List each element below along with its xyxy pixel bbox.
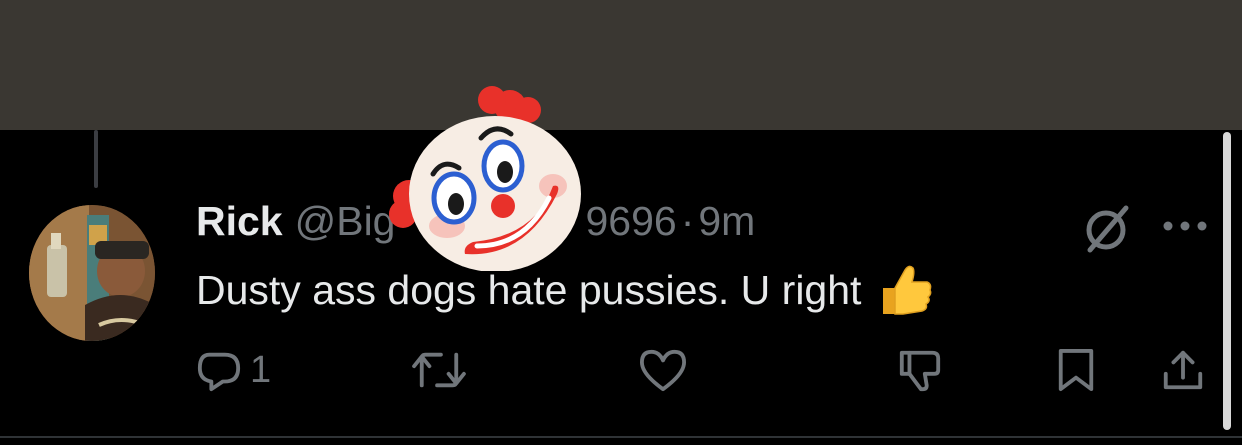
- thumbs-up-emoji-icon: [875, 262, 933, 318]
- timestamp[interactable]: 9m: [698, 198, 755, 245]
- handle-suffix: 9696: [585, 198, 677, 244]
- share-icon: [1163, 350, 1203, 390]
- retweet-button[interactable]: [410, 345, 468, 395]
- reply-count: 1: [250, 348, 272, 391]
- avatar-image: [29, 205, 155, 341]
- bookmark-icon: [1058, 348, 1094, 391]
- like-button[interactable]: [637, 345, 689, 395]
- divider: [0, 436, 1242, 438]
- reply-thread-line: [94, 130, 98, 188]
- share-button[interactable]: [1160, 345, 1206, 395]
- tweet-text-body: Dusty ass dogs hate pussies. U right: [196, 266, 862, 313]
- scrollbar[interactable]: [1223, 132, 1231, 430]
- grok-icon[interactable]: [1080, 200, 1136, 256]
- more-icon[interactable]: [1160, 206, 1210, 246]
- top-bar: [0, 0, 1242, 130]
- avatar[interactable]: [29, 205, 155, 341]
- dislike-icon: [899, 350, 941, 392]
- clown-face-emoji-icon: [385, 86, 590, 271]
- reply-icon: [197, 352, 241, 392]
- separator-dot: ·: [680, 198, 695, 244]
- bookmark-button[interactable]: [1055, 345, 1097, 395]
- handle-prefix: @Big: [294, 198, 396, 244]
- like-icon: [640, 349, 686, 392]
- display-name[interactable]: Rick: [196, 198, 283, 245]
- retweet-icon: [412, 352, 466, 388]
- dislike-button[interactable]: [895, 345, 945, 395]
- reply-button[interactable]: 1: [196, 345, 271, 395]
